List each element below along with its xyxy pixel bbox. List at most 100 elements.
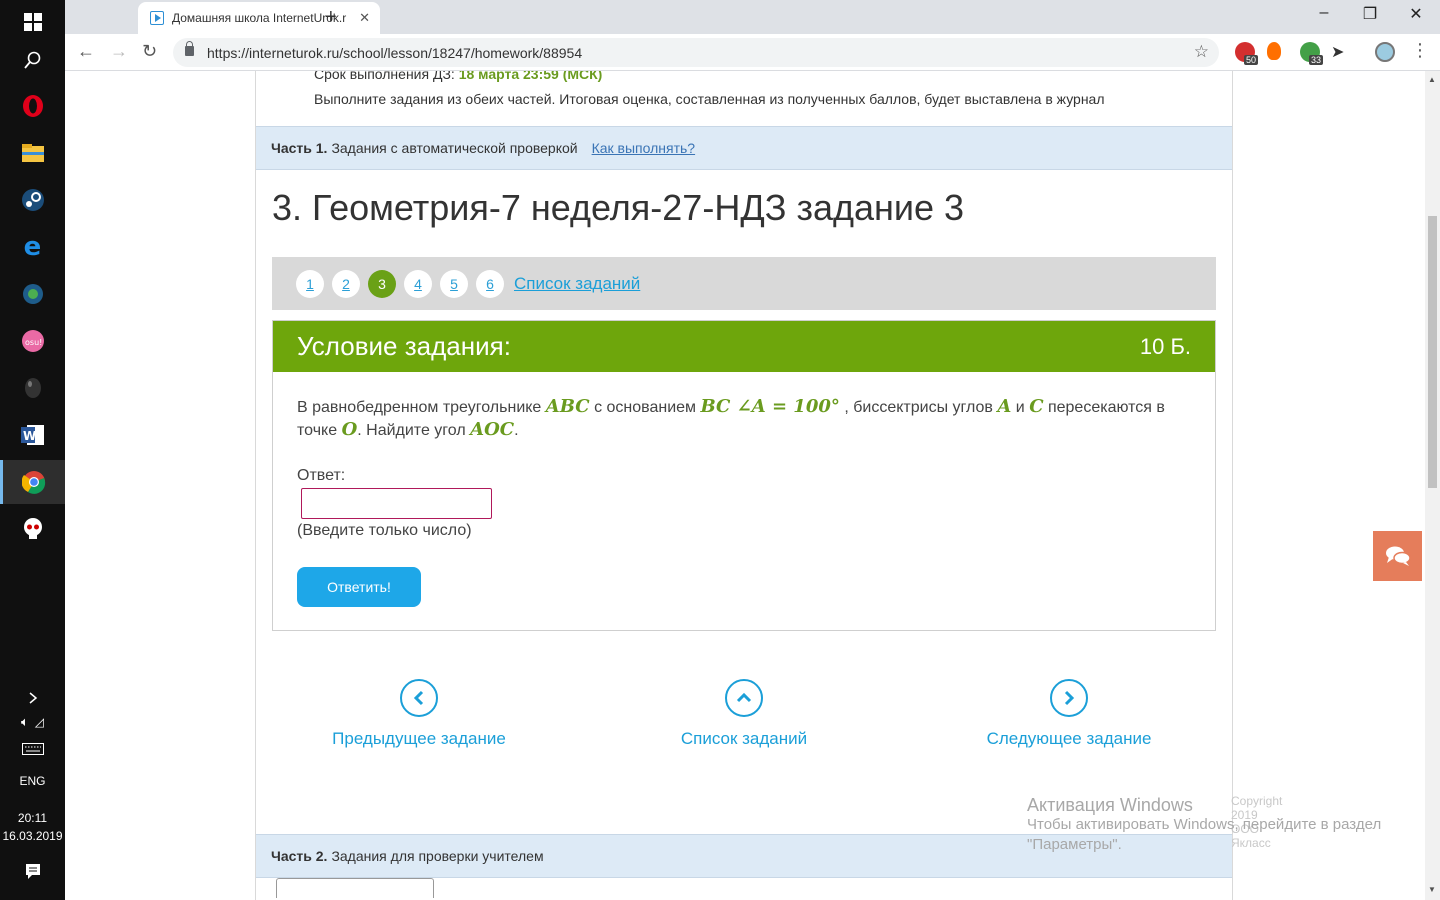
skull-icon[interactable]	[0, 507, 65, 551]
problem-text-part: В равнобедренном треугольнике	[297, 399, 542, 416]
math-expression: A	[997, 396, 1012, 417]
svg-text:W: W	[23, 429, 36, 443]
extension-fire-icon[interactable]	[1267, 42, 1281, 60]
windows-taskbar: e osu! W 🔈︎ ◿ ENG 20:11 16.03.2019	[0, 0, 65, 900]
condition-title: Условие задания:	[297, 331, 511, 361]
task-list-nav-link[interactable]: Список заданий	[634, 679, 854, 749]
page-scrollbar[interactable]: ▲ ▼	[1425, 71, 1440, 900]
task-list-label[interactable]: Список заданий	[681, 729, 807, 748]
chevron-left-icon[interactable]	[400, 679, 438, 717]
math-expression: BC ∠A = 100°	[700, 396, 840, 417]
clock-time[interactable]: 20:11	[0, 811, 65, 825]
part1-bar: Часть 1. Задания с автоматической провер…	[256, 126, 1232, 170]
page-link-1[interactable]: 1	[296, 269, 324, 298]
chat-bubbles-icon	[1385, 546, 1411, 566]
problem-text-part: и	[1015, 399, 1025, 416]
math-expression: C	[1029, 396, 1044, 417]
page-link-4[interactable]: 4	[404, 269, 432, 298]
chevron-right-icon[interactable]	[1050, 679, 1088, 717]
address-bar[interactable]: https://interneturok.ru/school/lesson/18…	[173, 38, 1219, 67]
condition-header: Условие задания: 10 Б.	[273, 321, 1215, 372]
watermark-line2: "Параметры".	[1027, 836, 1122, 853]
how-to-link[interactable]: Как выполнять?	[592, 140, 696, 156]
prev-task-label[interactable]: Предыдущее задание	[332, 729, 506, 748]
page-link-5[interactable]: 5	[440, 269, 468, 298]
task-list-link[interactable]: Список заданий	[514, 274, 640, 294]
chat-button[interactable]	[1373, 531, 1422, 581]
tab-title: Домашняя школа InternetUrok.r	[172, 11, 347, 25]
new-tab-icon[interactable]: +	[325, 6, 337, 29]
browser-toolbar: ← → ↻ https://interneturok.ru/school/les…	[65, 34, 1440, 71]
restore-icon[interactable]: ❐	[1347, 4, 1393, 24]
task-pager: 1 2 3 4 5 6 Список заданий	[272, 257, 1216, 310]
next-task-link[interactable]: Следующее задание	[959, 679, 1179, 749]
watermark-line1: Чтобы активировать Windows, перейдите в …	[1027, 816, 1382, 833]
minimize-icon[interactable]: –	[1301, 4, 1347, 22]
chrome-icon[interactable]	[0, 460, 65, 504]
scroll-up-icon[interactable]: ▲	[1428, 75, 1436, 84]
problem-text-part: , биссектрисы углов	[844, 399, 993, 416]
forward-icon[interactable]: →	[110, 41, 128, 62]
black-egg-icon[interactable]	[0, 366, 65, 410]
scroll-down-icon[interactable]: ▼	[1428, 885, 1436, 894]
osu-icon[interactable]: osu!	[0, 319, 65, 363]
close-tab-icon[interactable]: ✕	[359, 10, 370, 26]
site-favicon-icon	[150, 11, 164, 25]
search-icon[interactable]	[0, 38, 65, 82]
app-globe-icon[interactable]	[0, 272, 65, 316]
steam-icon[interactable]	[0, 178, 65, 222]
page-link-6[interactable]: 6	[476, 269, 504, 298]
next-task-label[interactable]: Следующее задание	[987, 729, 1152, 748]
problem-text-part: . Найдите угол	[357, 422, 466, 439]
word-icon[interactable]: W	[0, 413, 65, 457]
reload-icon[interactable]: ↻	[142, 41, 157, 62]
close-window-icon[interactable]: ✕	[1393, 4, 1439, 24]
part2-button[interactable]	[276, 878, 434, 898]
answer-hint: (Введите только число)	[297, 522, 472, 539]
part2-label: Часть 2.	[271, 848, 328, 864]
browser-tab[interactable]: Домашняя школа InternetUrok.r ✕	[138, 2, 380, 34]
part1-label: Часть 1.	[271, 140, 328, 156]
task-condition: Условие задания: 10 Б. В равнобедренном …	[272, 320, 1216, 631]
answer-label: Ответ:	[297, 467, 346, 484]
watermark-title: Активация Windows	[1027, 795, 1193, 815]
part2-text: Задания для проверки учителем	[331, 848, 544, 864]
notifications-icon[interactable]	[0, 849, 65, 893]
deadline-value: 18 марта 23:59 (МСК)	[458, 71, 603, 82]
page-link-3-current[interactable]: 3	[368, 269, 396, 298]
browser-tab-bar: Домашняя школа InternetUrok.r ✕ + – ❐ ✕	[65, 0, 1440, 34]
page-link-2[interactable]: 2	[332, 269, 360, 298]
file-explorer-icon[interactable]	[0, 131, 65, 175]
extension-badge: 50	[1244, 55, 1259, 65]
svg-text:osu!: osu!	[25, 338, 42, 347]
edge-icon[interactable]: e	[0, 225, 65, 269]
bookmark-star-icon[interactable]: ☆	[1194, 42, 1209, 62]
scroll-thumb[interactable]	[1428, 216, 1437, 488]
keyboard-icon[interactable]	[0, 727, 65, 771]
homework-card: Срок выполнения ДЗ: 18 марта 23:59 (МСК)…	[255, 71, 1282, 900]
submit-answer-button[interactable]: Ответить!	[297, 567, 421, 607]
problem-text-part: с основанием	[594, 399, 697, 416]
deadline-label: Срок выполнения ДЗ:	[314, 71, 455, 82]
opera-icon[interactable]	[0, 84, 65, 128]
windows-activation-watermark: Активация Windows Чтобы активировать Win…	[1027, 795, 1381, 855]
instructions: Выполните задания из обеих частей. Итого…	[314, 91, 1105, 107]
prev-task-link[interactable]: Предыдущее задание	[309, 679, 529, 749]
chevron-up-icon[interactable]	[725, 679, 763, 717]
deadline: Срок выполнения ДЗ: 18 марта 23:59 (МСК)	[314, 71, 602, 82]
lock-icon[interactable]	[185, 41, 194, 56]
url-text[interactable]: https://interneturok.ru/school/lesson/18…	[207, 45, 582, 61]
problem-text: В равнобедренном треугольнике ABC с осно…	[297, 396, 1197, 442]
problem-text-part: .	[514, 422, 519, 439]
math-expression: O	[341, 419, 358, 440]
math-expression: ABC	[545, 396, 590, 417]
answer-input[interactable]	[301, 488, 492, 519]
language-indicator[interactable]: ENG	[0, 774, 65, 788]
menu-dots-icon[interactable]: ⋮	[1411, 40, 1429, 61]
profile-avatar[interactable]	[1375, 42, 1395, 62]
clock-date[interactable]: 16.03.2019	[0, 829, 65, 843]
back-icon[interactable]: ←	[77, 41, 95, 62]
extension-cursor-icon[interactable]: ➤	[1331, 42, 1351, 62]
points-badge: 10 Б.	[1139, 333, 1191, 359]
task-title: 3. Геометрия-7 неделя-27-НДЗ задание 3	[272, 187, 965, 228]
